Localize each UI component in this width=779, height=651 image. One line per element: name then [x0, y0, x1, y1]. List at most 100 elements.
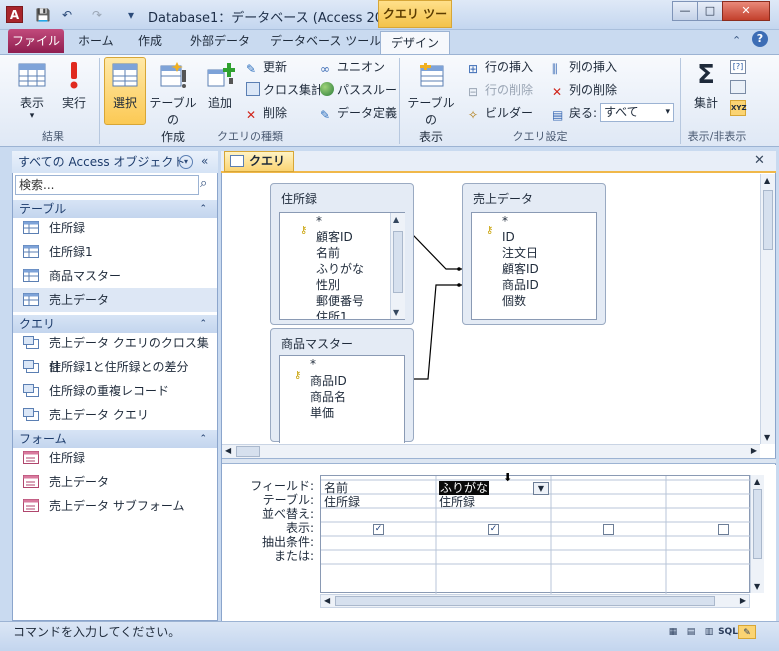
scroll-right-icon[interactable]: ▶	[751, 446, 757, 455]
field-item[interactable]: 個数	[502, 293, 526, 309]
nav-item-table[interactable]: 売上データ	[13, 288, 217, 312]
query-design-grid[interactable]: 名前 住所録 ふりがな ▼ 住所録 ✓ ✓	[320, 475, 751, 594]
parameters-icon[interactable]: [?]	[730, 60, 746, 74]
tab-design[interactable]: デザイン	[380, 31, 450, 55]
scroll-thumb[interactable]	[393, 231, 403, 293]
tab-database-tools[interactable]: データベース ツール	[264, 30, 387, 54]
property-sheet-icon[interactable]	[730, 80, 746, 94]
diagram-horizontal-scrollbar[interactable]: ◀ ▶	[222, 444, 760, 458]
access-app-icon[interactable]: A	[6, 6, 23, 23]
tab-home[interactable]: ホーム	[72, 30, 120, 54]
builder-button[interactable]: ✧ ビルダー	[468, 103, 533, 123]
field-list-scrollbar[interactable]: ▲ ▼	[390, 213, 405, 319]
undo-icon[interactable]: ↶	[58, 6, 76, 24]
minimize-ribbon-icon[interactable]: ⌃	[732, 34, 741, 47]
scroll-left-icon[interactable]: ◀	[324, 596, 330, 605]
scroll-right-icon[interactable]: ▶	[740, 596, 746, 605]
passthrough-query-button[interactable]: パススルー	[320, 80, 397, 100]
field-list[interactable]: * ⚷ 顧客ID 名前 ふりがな 性別 郵便番号 住所1 ▲ ▼	[279, 212, 405, 320]
scroll-down-icon[interactable]: ▼	[393, 308, 399, 317]
nav-item-table[interactable]: 住所録	[13, 216, 217, 240]
field-list-window[interactable]: 商品マスター * ⚷ 商品ID 商品名 単価	[270, 328, 414, 443]
tab-query1[interactable]: クエリ1	[224, 151, 294, 187]
field-list[interactable]: * ⚷ 商品ID 商品名 単価	[279, 355, 405, 443]
nav-item-form[interactable]: 売上データ	[13, 470, 217, 494]
pivot-chart-view-icon[interactable]: ▥	[701, 625, 717, 639]
search-icon[interactable]: ⌕	[200, 176, 207, 191]
redo-icon[interactable]: ↷	[88, 6, 106, 24]
field-list-window[interactable]: 住所録 * ⚷ 顧客ID 名前 ふりがな 性別 郵便番号 住所1 ▲ ▼	[270, 183, 414, 325]
show-checkbox[interactable]	[603, 524, 614, 535]
insert-columns-button[interactable]: ⫼ 列の挿入	[552, 57, 617, 77]
minimize-button[interactable]: —	[672, 1, 698, 21]
field-list[interactable]: * ⚷ ID 注文日 顧客ID 商品ID 個数	[471, 212, 597, 320]
column-selector-arrow-icon[interactable]: ⬇	[503, 471, 512, 484]
nav-item-table[interactable]: 商品マスター	[13, 264, 217, 288]
grid-field-cell[interactable]: 名前	[324, 481, 348, 495]
sql-view-button[interactable]: SQL	[718, 625, 738, 639]
field-item[interactable]: ID	[502, 229, 515, 245]
return-values-select[interactable]: すべて ▾	[600, 103, 674, 122]
delete-columns-button[interactable]: ✕ 列の削除	[552, 80, 617, 100]
crosstab-query-button[interactable]: クロス集計	[246, 80, 323, 100]
append-query-button[interactable]: 追加	[202, 60, 238, 111]
grid-table-cell[interactable]: 住所録	[324, 495, 360, 509]
diagram-vertical-scrollbar[interactable]: ▲ ▼	[760, 174, 775, 444]
show-checkbox-checked[interactable]: ✓	[373, 524, 384, 535]
nav-item-query[interactable]: 住所録1と住所録との差分	[13, 355, 217, 379]
field-item[interactable]: *	[316, 213, 322, 229]
tab-external-data[interactable]: 外部データ	[184, 30, 256, 54]
close-document-icon[interactable]: ✕	[754, 153, 765, 168]
nav-item-form[interactable]: 売上データ サブフォーム	[13, 494, 217, 518]
pane-splitter[interactable]	[222, 458, 776, 464]
nav-item-form[interactable]: 住所録	[13, 446, 217, 470]
show-checkbox-checked[interactable]: ✓	[488, 524, 499, 535]
close-button[interactable]: ✕	[722, 1, 770, 21]
nav-item-query[interactable]: 売上データ クエリのクロス集計	[13, 331, 217, 374]
save-icon[interactable]: 💾	[34, 6, 52, 24]
field-item[interactable]: 名前	[316, 245, 340, 261]
insert-rows-button[interactable]: ⊞ 行の挿入	[468, 57, 533, 77]
shutter-bar-close-icon[interactable]: «	[201, 154, 208, 168]
table-names-icon[interactable]: XYZ	[730, 100, 747, 116]
scroll-up-icon[interactable]: ▲	[393, 215, 399, 224]
nav-search-input[interactable]: 検索...	[15, 175, 199, 195]
field-item[interactable]: 顧客ID	[316, 229, 353, 245]
nav-menu-chevron-icon[interactable]: ▾	[179, 155, 193, 169]
maximize-button[interactable]: □	[697, 1, 723, 21]
field-item[interactable]: 顧客ID	[502, 261, 539, 277]
totals-button[interactable]: Σ 集計	[686, 60, 726, 111]
scroll-thumb[interactable]	[753, 489, 762, 559]
nav-item-query[interactable]: 売上データ クエリ	[13, 403, 217, 427]
delete-rows-button[interactable]: ⊟ 行の削除	[468, 80, 533, 100]
nav-item-query[interactable]: 住所録の重複レコード	[13, 379, 217, 403]
field-item[interactable]: 商品ID	[310, 373, 347, 389]
design-view-icon[interactable]: ✎	[738, 625, 756, 639]
union-query-button[interactable]: ∞ ユニオン	[320, 57, 385, 77]
field-item[interactable]: 郵便番号	[316, 293, 364, 309]
field-item[interactable]: *	[310, 356, 316, 372]
pivot-table-view-icon[interactable]: ▤	[683, 625, 699, 639]
field-item[interactable]: ふりがな	[316, 261, 364, 277]
nav-item-table[interactable]: 住所録1	[13, 240, 217, 264]
field-item[interactable]: 商品ID	[502, 277, 539, 293]
run-button[interactable]: 実行	[56, 60, 92, 111]
grid-table-cell[interactable]: 住所録	[439, 495, 475, 509]
customize-quick-access-icon[interactable]: ▾	[122, 6, 140, 24]
grid-vertical-scrollbar[interactable]: ▲ ▼	[750, 475, 764, 593]
field-list-window[interactable]: 売上データ * ⚷ ID 注文日 顧客ID 商品ID 個数	[462, 183, 606, 325]
field-item[interactable]: 商品名	[310, 389, 346, 405]
datasheet-view-icon[interactable]: ▦	[665, 625, 681, 639]
show-checkbox[interactable]	[718, 524, 729, 535]
grid-field-cell-selected[interactable]: ふりがな	[439, 481, 490, 495]
field-item[interactable]: 注文日	[502, 245, 538, 261]
scroll-thumb[interactable]	[236, 446, 260, 457]
field-item[interactable]: 性別	[316, 277, 340, 293]
grid-horizontal-scrollbar[interactable]: ◀ ▶	[320, 594, 750, 608]
scroll-up-icon[interactable]: ▲	[764, 176, 770, 185]
scroll-thumb[interactable]	[763, 190, 773, 250]
update-query-button[interactable]: ✎ 更新	[246, 57, 287, 77]
data-definition-button[interactable]: ✎ データ定義	[320, 103, 397, 123]
delete-query-button[interactable]: ✕ 削除	[246, 103, 287, 123]
help-icon[interactable]: ?	[752, 31, 768, 47]
